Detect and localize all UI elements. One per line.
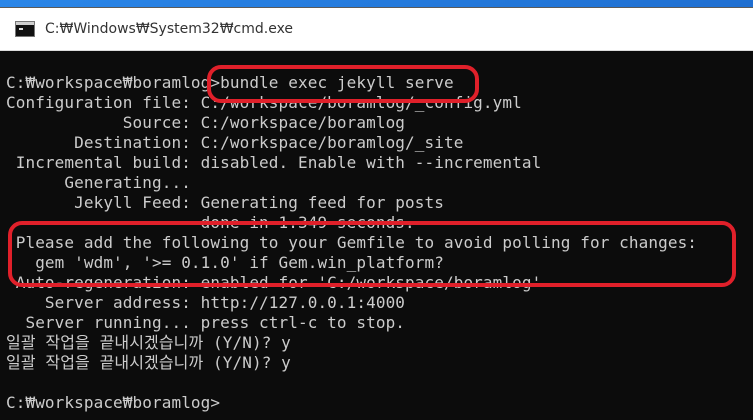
console-line: 일괄 작업을 끝내시겠습니까 (Y/N)? y	[6, 333, 291, 352]
console-line: Incremental build: disabled. Enable with…	[6, 153, 542, 172]
title-bar[interactable]: C:₩Windows₩System32₩cmd.exe	[0, 8, 753, 51]
console-prompt: C:₩workspace₩boramlog>	[6, 393, 221, 412]
command-highlight	[207, 65, 479, 103]
console-line: Destination: C:/workspace/boramlog/_site	[6, 133, 464, 152]
console-line: Generating...	[6, 173, 191, 192]
window-title: C:₩Windows₩System32₩cmd.exe	[45, 21, 294, 37]
cmd-window: C:₩Windows₩System32₩cmd.exe C:₩workspace…	[0, 8, 753, 420]
console-line: Server running... press ctrl-c to stop.	[6, 313, 406, 332]
console-line: Server address: http://127.0.0.1:4000	[6, 293, 406, 312]
gemfile-warning-highlight	[8, 221, 736, 287]
console-line: Jekyll Feed: Generating feed for posts	[6, 193, 444, 212]
console-output[interactable]: C:₩workspace₩boramlog>bundle exec jekyll…	[0, 51, 753, 420]
console-line: Source: C:/workspace/boramlog	[6, 113, 406, 132]
console-icon	[15, 21, 35, 37]
console-line: 일괄 작업을 끝내시겠습니까 (Y/N)? y	[6, 353, 291, 372]
